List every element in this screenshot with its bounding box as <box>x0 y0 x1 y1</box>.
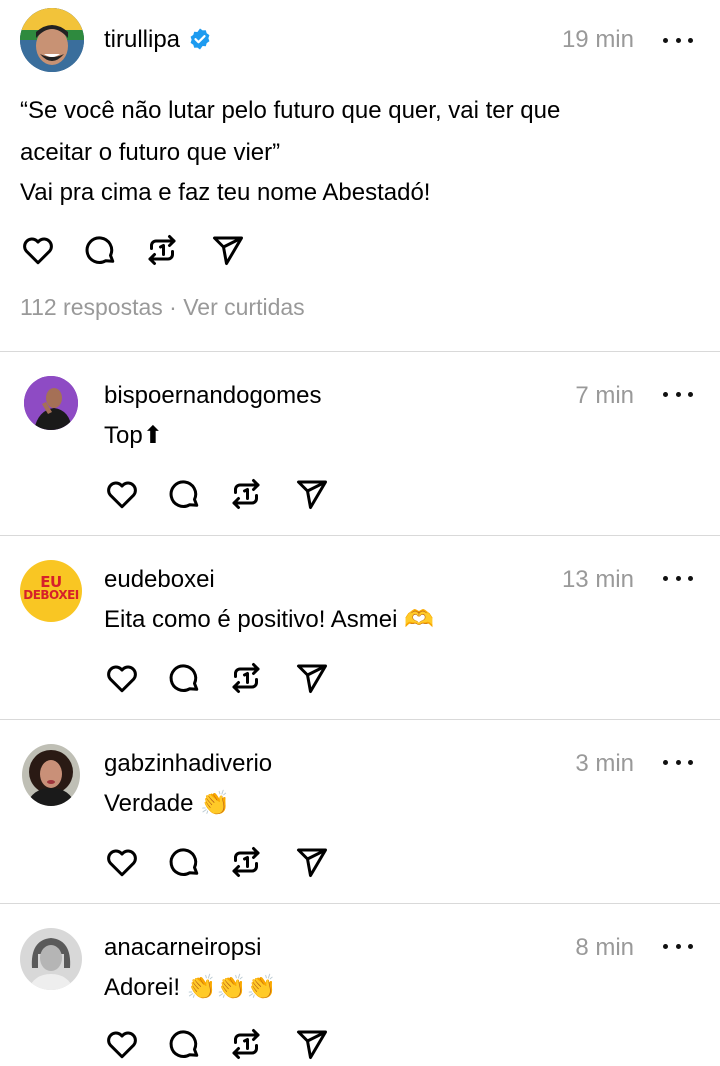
more-options-icon[interactable] <box>663 936 693 956</box>
avatar[interactable]: EU DEBOXEI <box>20 560 82 622</box>
repost-icon[interactable] <box>228 1026 264 1062</box>
comment-icon[interactable] <box>82 232 118 268</box>
heart-icon[interactable] <box>20 232 56 268</box>
reply-time: 13 min <box>561 566 634 593</box>
reply-time: 3 min <box>575 750 634 777</box>
heart-icon[interactable] <box>104 476 140 512</box>
reply-text: Verdade 👏 <box>104 790 230 817</box>
reply-username[interactable]: gabzinhadiverio <box>104 750 272 778</box>
send-icon[interactable] <box>210 232 246 268</box>
reply-username[interactable]: bispoernandogomes <box>104 382 322 410</box>
verified-badge-icon <box>190 28 210 50</box>
post-text-line-2: aceitar o futuro que vier” <box>20 139 281 166</box>
avatar[interactable] <box>20 8 84 72</box>
reply-actions <box>104 844 334 884</box>
send-icon[interactable] <box>294 1026 330 1062</box>
reply-time: 7 min <box>575 382 634 409</box>
send-icon[interactable] <box>294 660 330 696</box>
reply-item: gabzinhadiverio 3 min Verdade 👏 <box>0 720 720 903</box>
reply-item: EU DEBOXEI eudeboxei 13 min Eita como é … <box>0 536 720 719</box>
reply-time: 8 min <box>575 934 634 961</box>
logo-text-deboxei: DEBOXEI <box>23 588 79 602</box>
reply-item: bispoernandogomes 7 min Top⬆ <box>0 352 720 535</box>
heart-icon[interactable] <box>104 660 140 696</box>
main-post: tirullipa 19 min “Se você não lutar pelo… <box>0 0 720 352</box>
repost-icon[interactable] <box>228 476 264 512</box>
more-options-icon[interactable] <box>663 384 693 404</box>
comment-icon[interactable] <box>166 660 202 696</box>
send-icon[interactable] <box>294 844 330 880</box>
reply-item: anacarneiropsi 8 min Adorei! 👏👏👏 <box>0 904 720 1033</box>
reply-text: Top⬆ <box>104 422 163 449</box>
more-options-icon[interactable] <box>663 568 693 588</box>
reply-actions <box>104 1026 334 1066</box>
reply-username[interactable]: anacarneiropsi <box>104 934 261 962</box>
post-actions <box>20 232 260 272</box>
post-stats[interactable]: 112 respostas · Ver curtidas <box>20 294 305 321</box>
reply-text: Adorei! 👏👏👏 <box>104 974 277 1001</box>
heart-icon[interactable] <box>104 1026 140 1062</box>
reply-text: Eita como é positivo! Asmei 🫶 <box>104 606 435 633</box>
reply-username[interactable]: eudeboxei <box>104 566 215 594</box>
repost-icon[interactable] <box>228 844 264 880</box>
reply-actions <box>104 660 334 700</box>
more-options-icon[interactable] <box>663 752 693 772</box>
avatar[interactable] <box>20 928 82 990</box>
reply-actions <box>104 476 334 516</box>
post-text-line-3: Vai pra cima e faz teu nome Abestadó! <box>20 179 431 206</box>
avatar[interactable] <box>22 744 80 806</box>
repost-icon[interactable] <box>144 232 180 268</box>
avatar[interactable] <box>24 376 78 430</box>
comment-icon[interactable] <box>166 476 202 512</box>
send-icon[interactable] <box>294 476 330 512</box>
post-time: 19 min <box>561 26 634 53</box>
heart-icon[interactable] <box>104 844 140 880</box>
comment-icon[interactable] <box>166 1026 202 1062</box>
more-options-icon[interactable] <box>663 30 693 50</box>
post-text-line-1: “Se você não lutar pelo futuro que quer,… <box>20 97 561 124</box>
comment-icon[interactable] <box>166 844 202 880</box>
repost-icon[interactable] <box>228 660 264 696</box>
post-username[interactable]: tirullipa <box>104 26 212 54</box>
